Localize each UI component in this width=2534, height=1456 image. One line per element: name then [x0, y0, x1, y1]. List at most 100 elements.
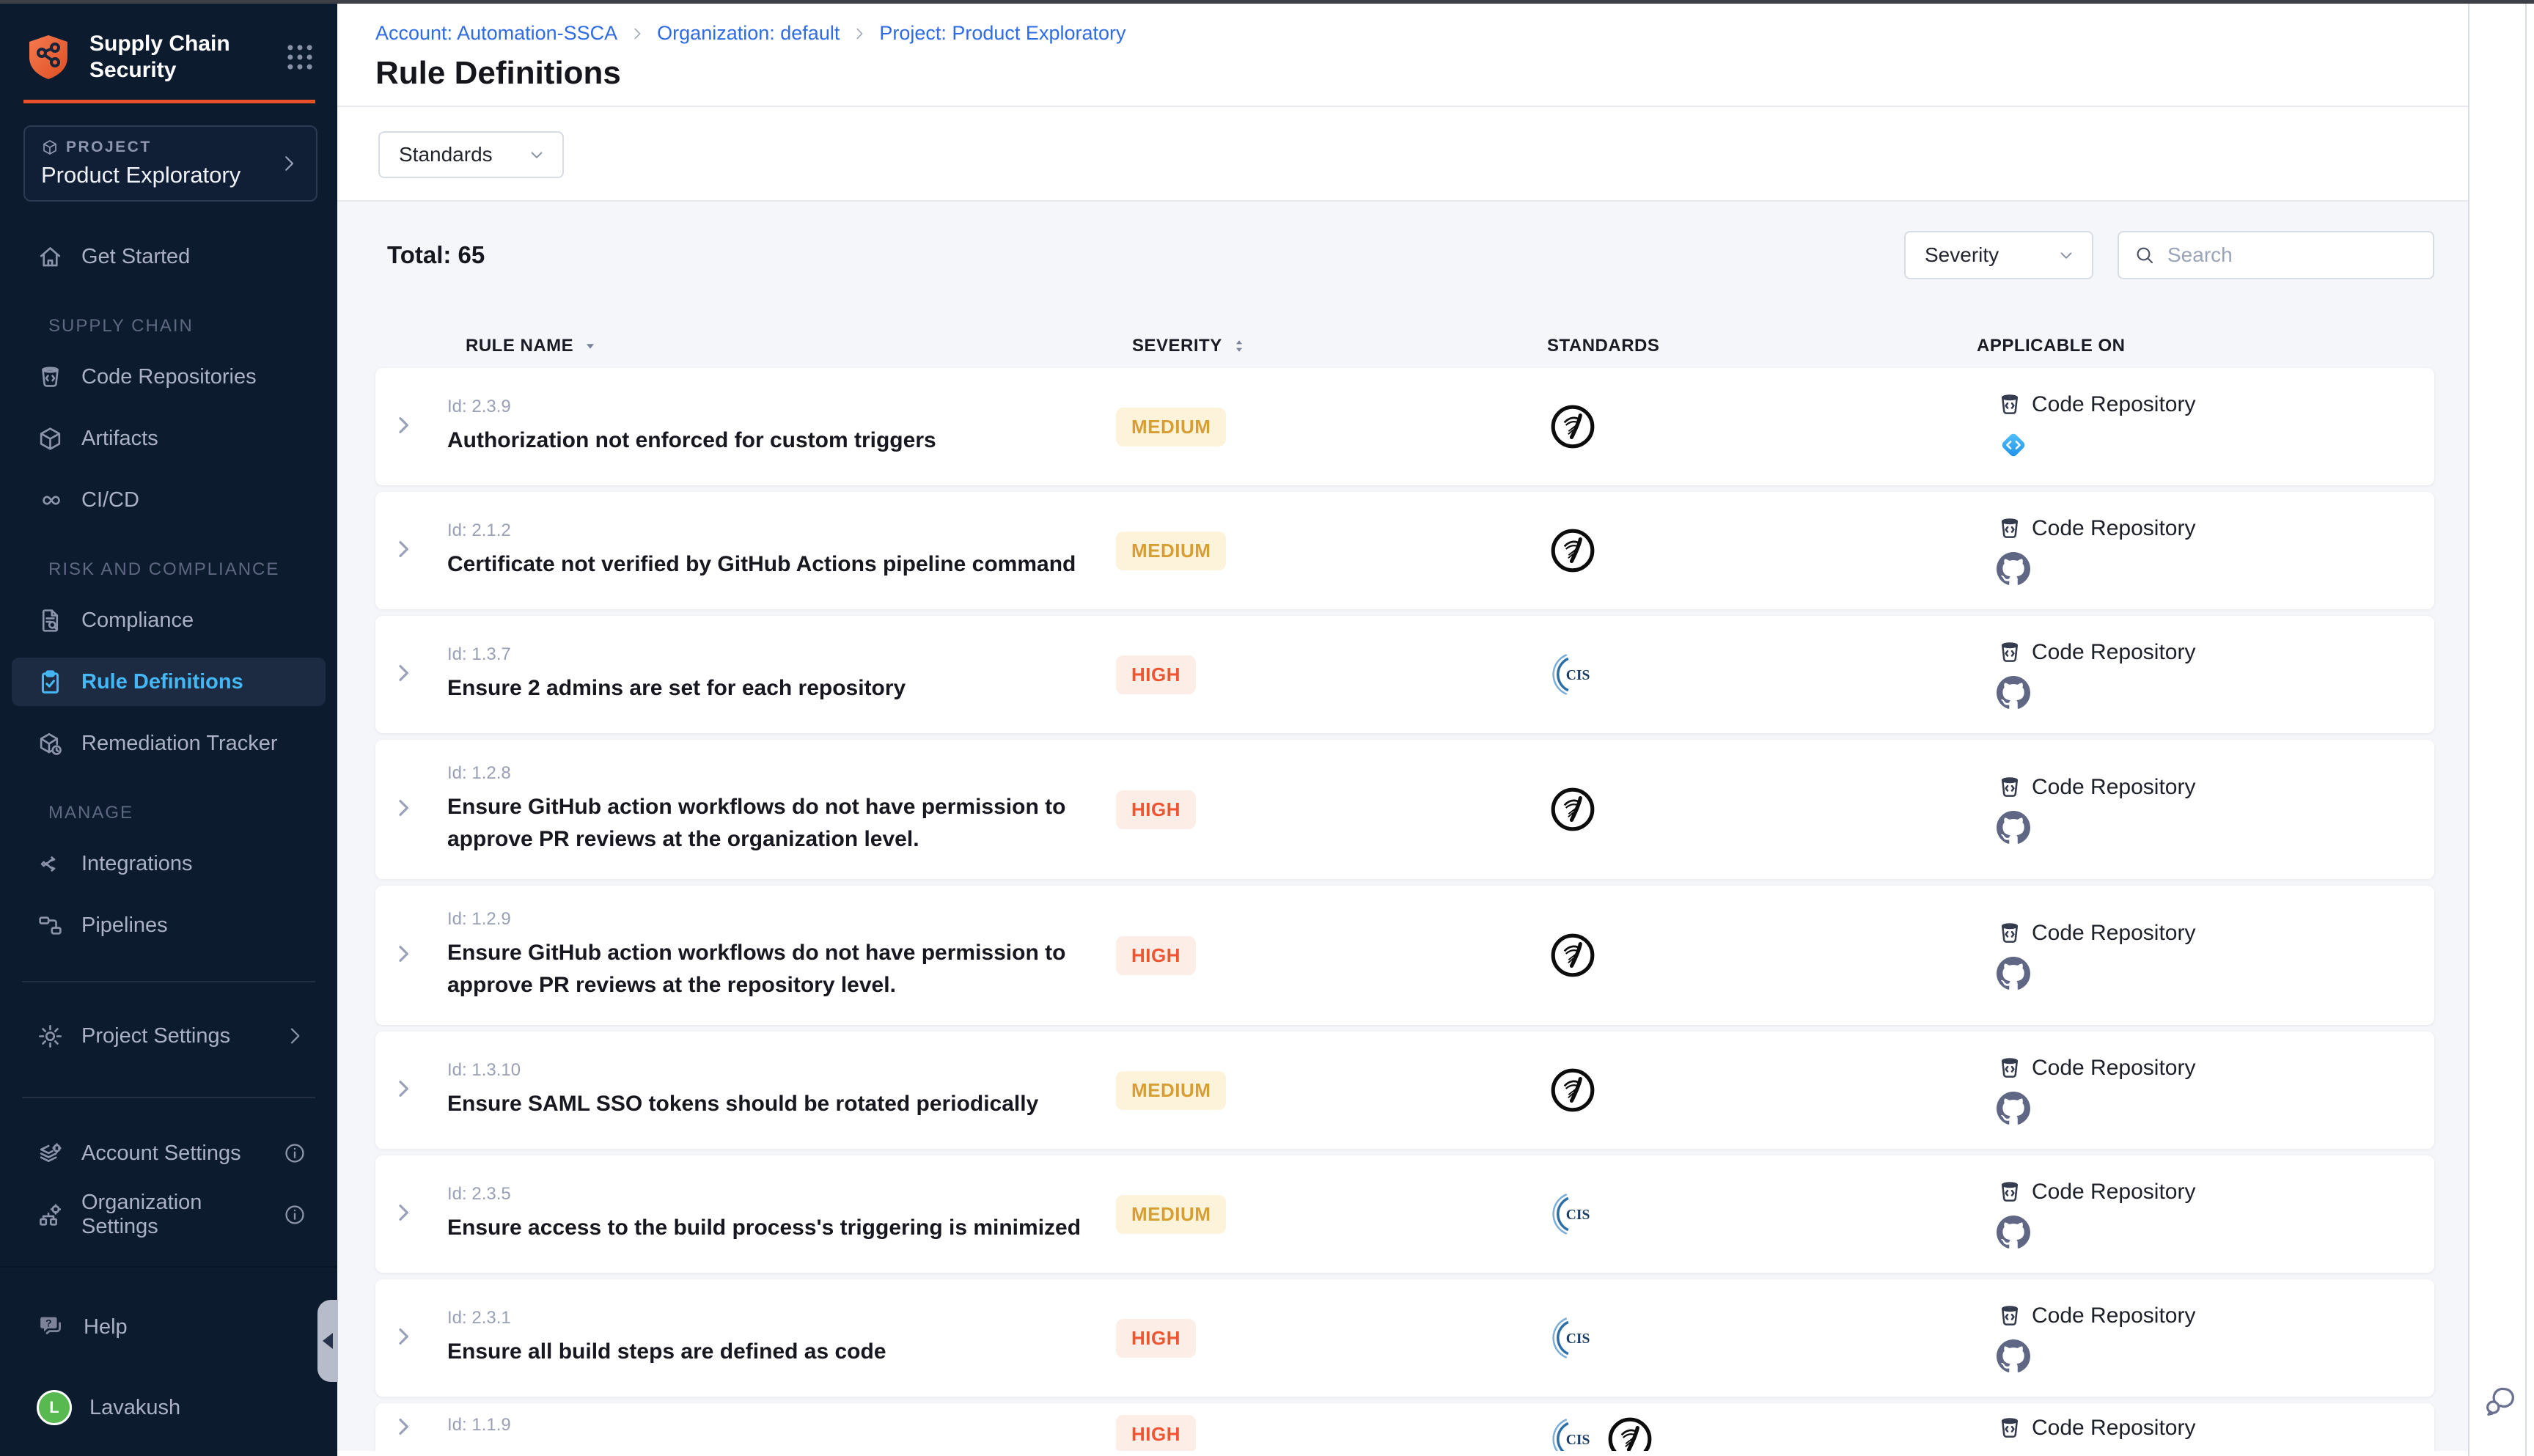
column-header-rule-name[interactable]: RULE NAME	[447, 336, 1116, 356]
sidebar-item-remediation-tracker[interactable]: Remediation Tracker	[12, 719, 326, 768]
table-row[interactable]: Id: 1.3.10Ensure SAML SSO tokens should …	[375, 1032, 2434, 1149]
brand-accent-rule	[23, 100, 315, 103]
applicable-on-label: Code Repository	[2032, 1304, 2195, 1328]
sidebar-item-label: Account Settings	[81, 1141, 241, 1166]
breadcrumb-organization-link[interactable]: Organization: default	[657, 22, 840, 45]
chevron-right-icon	[851, 26, 867, 42]
applicable-on-label: Code Repository	[2032, 775, 2195, 800]
rule-id: Id: 1.2.9	[447, 909, 1116, 930]
sidebar-item-account-settings[interactable]: Account Settings	[12, 1129, 326, 1177]
user-name: Lavakush	[89, 1396, 180, 1420]
sidebar-item-project-settings[interactable]: Project Settings	[12, 1012, 326, 1060]
expand-row-chevron-icon[interactable]	[392, 661, 415, 685]
table-row[interactable]: Id: 1.1.9HIGHCode Repository	[375, 1403, 2434, 1451]
total-count: Total: 65	[387, 241, 485, 269]
table-row[interactable]: Id: 2.3.5 Ensure access to the build proc…	[375, 1155, 2434, 1273]
expand-row-chevron-icon[interactable]	[392, 1077, 415, 1100]
expand-row-chevron-icon[interactable]	[392, 1415, 415, 1438]
help-label: Help	[84, 1315, 128, 1339]
table-row[interactable]: Id: 2.1.2 Certificate not verified by Git…	[375, 492, 2434, 609]
sidebar-item-rule-definitions[interactable]: Rule Definitions	[12, 658, 326, 706]
info-icon[interactable]	[283, 1203, 306, 1227]
app-logo-row: Supply Chain Security	[0, 0, 337, 84]
owasp-standard-icon	[1549, 402, 1597, 451]
breadcrumb-project-link[interactable]: Project: Product Exploratory	[879, 22, 1125, 45]
code-repository-icon	[1997, 774, 2023, 801]
sidebar-item-organization-settings[interactable]: Organization Settings	[12, 1191, 326, 1239]
table-row[interactable]: Id: 1.2.9Ensure GitHub action workflows …	[375, 886, 2434, 1025]
rule-id: Id: 1.1.9	[447, 1415, 1116, 1435]
expand-row-chevron-icon[interactable]	[392, 1325, 415, 1348]
project-selector[interactable]: PROJECT Product Exploratory	[23, 125, 317, 202]
expand-row-chevron-icon[interactable]	[392, 413, 415, 437]
rule-id: Id: 2.3.1	[447, 1308, 1116, 1328]
applicable-on-label: Code Repository	[2032, 392, 2195, 417]
rule-name: Ensure access to the build process's tri…	[447, 1212, 1107, 1244]
sidebar-item-compliance[interactable]: Compliance	[12, 596, 326, 644]
chevron-right-icon	[283, 1024, 306, 1048]
applicable-on-label: Code Repository	[2032, 1180, 2195, 1205]
cis-standard-icon	[1549, 1190, 1597, 1238]
table-row[interactable]: Id: 1.2.8Ensure GitHub action workflows …	[375, 740, 2434, 879]
nav-section-label: RISK AND COMPLIANCE	[0, 559, 337, 580]
owasp-standard-icon	[1549, 785, 1597, 834]
expand-row-chevron-icon[interactable]	[392, 1201, 415, 1224]
browser-top-strip	[0, 0, 2534, 4]
expand-row-chevron-icon[interactable]	[392, 796, 415, 820]
sidebar-item-integrations[interactable]: Integrations	[12, 839, 326, 888]
rule-id: Id: 2.3.9	[447, 397, 1116, 417]
sidebar-item-code-repositories[interactable]: Code Repositories	[12, 353, 326, 401]
pipelines-icon	[37, 912, 64, 939]
sidebar-item-cicd[interactable]: CI/CD	[12, 476, 326, 524]
code-repository-icon	[1997, 920, 2023, 946]
table-row[interactable]: Id: 2.3.1Ensure all build steps are defi…	[375, 1279, 2434, 1397]
chevron-down-icon	[527, 145, 546, 164]
rule-id: Id: 1.3.10	[447, 1060, 1116, 1081]
table-row[interactable]: Id: 2.3.9 Authorization not enforced for …	[375, 368, 2434, 485]
infinity-icon	[37, 487, 64, 514]
expand-row-chevron-icon[interactable]	[392, 942, 415, 966]
github-icon	[1997, 1339, 2030, 1373]
sidebar-collapse-handle[interactable]	[317, 1300, 338, 1382]
rules-list: Id: 2.3.9 Authorization not enforced for …	[375, 368, 2468, 1451]
rule-name: Certificate not verified by GitHub Actio…	[447, 548, 1107, 581]
github-icon	[1997, 1216, 2030, 1249]
nav-section-label: MANAGE	[0, 803, 337, 823]
table-header: RULE NAME SEVERITY STANDARDS APPLICABLE …	[375, 336, 2434, 356]
severity-filter-dropdown[interactable]: Severity	[1904, 231, 2093, 279]
sidebar-item-pipelines[interactable]: Pipelines	[12, 901, 326, 949]
code-repository-icon	[1997, 1055, 2023, 1081]
sidebar-item-get-started[interactable]: Get Started	[12, 232, 326, 281]
sidebar-divider	[22, 981, 315, 982]
doc-search-icon	[37, 607, 64, 634]
filters-bar: Standards	[337, 107, 2468, 202]
owasp-standard-icon	[1549, 526, 1597, 575]
chevron-right-icon	[629, 26, 645, 42]
right-gutter	[2468, 0, 2534, 1456]
search-input[interactable]	[2166, 243, 2418, 268]
user-menu[interactable]: L Lavakush	[12, 1383, 326, 1432]
breadcrumb-account-link[interactable]: Account: Automation-SSCA	[375, 22, 617, 45]
support-chat-icon[interactable]	[2481, 1383, 2519, 1421]
help-chat-icon	[37, 1312, 66, 1342]
severity-badge: HIGH	[1116, 936, 1196, 975]
applicable-on-label: Code Repository	[2032, 921, 2195, 946]
sidebar-item-help[interactable]: Help	[12, 1303, 326, 1351]
rule-id: Id: 2.3.5	[447, 1184, 1116, 1205]
rule-name: Authorization not enforced for custom tr…	[447, 424, 1107, 457]
sidebar-item-label: Remediation Tracker	[81, 732, 278, 756]
gear-icon	[37, 1023, 64, 1050]
expand-row-chevron-icon[interactable]	[392, 537, 415, 561]
info-icon[interactable]	[283, 1141, 306, 1165]
rule-name: Ensure 2 admins are set for each reposit…	[447, 672, 1107, 705]
standards-dropdown[interactable]: Standards	[378, 131, 564, 178]
table-row[interactable]: Id: 1.3.7Ensure 2 admins are set for eac…	[375, 616, 2434, 733]
app-switcher-grid-icon[interactable]	[284, 42, 315, 73]
severity-badge: HIGH	[1116, 655, 1196, 694]
sidebar-item-artifacts[interactable]: Artifacts	[12, 414, 326, 463]
severity-badge: HIGH	[1116, 1319, 1196, 1358]
rule-id: Id: 2.1.2	[447, 521, 1116, 541]
code-repository-icon	[1997, 1179, 2023, 1205]
column-header-severity[interactable]: SEVERITY	[1116, 336, 1475, 356]
repo-icon	[37, 364, 64, 391]
